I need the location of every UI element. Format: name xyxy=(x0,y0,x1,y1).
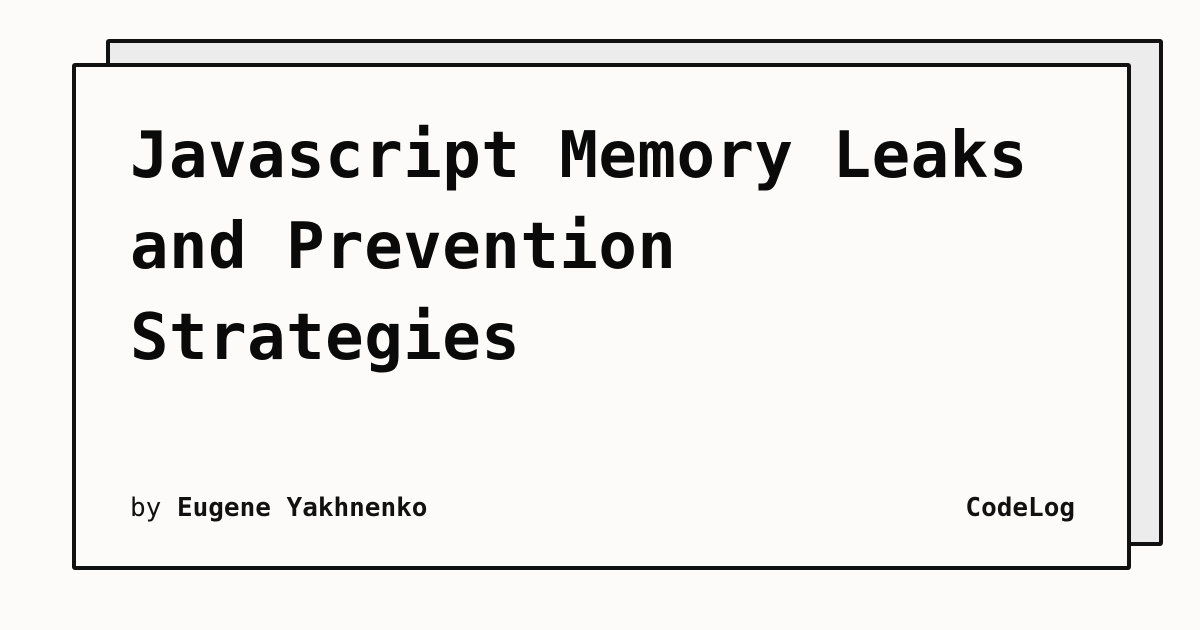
article-title: Javascript Memory Leaks and Prevention S… xyxy=(130,119,1028,375)
social-card-canvas: Javascript Memory Leaks and Prevention S… xyxy=(0,0,1200,630)
byline-prefix: by xyxy=(130,493,162,523)
front-card: Javascript Memory Leaks and Prevention S… xyxy=(72,63,1131,570)
site-name: CodeLog xyxy=(965,493,1075,523)
byline: by Eugene Yakhnenko xyxy=(130,491,427,525)
author-name: Eugene Yakhnenko xyxy=(176,493,428,523)
